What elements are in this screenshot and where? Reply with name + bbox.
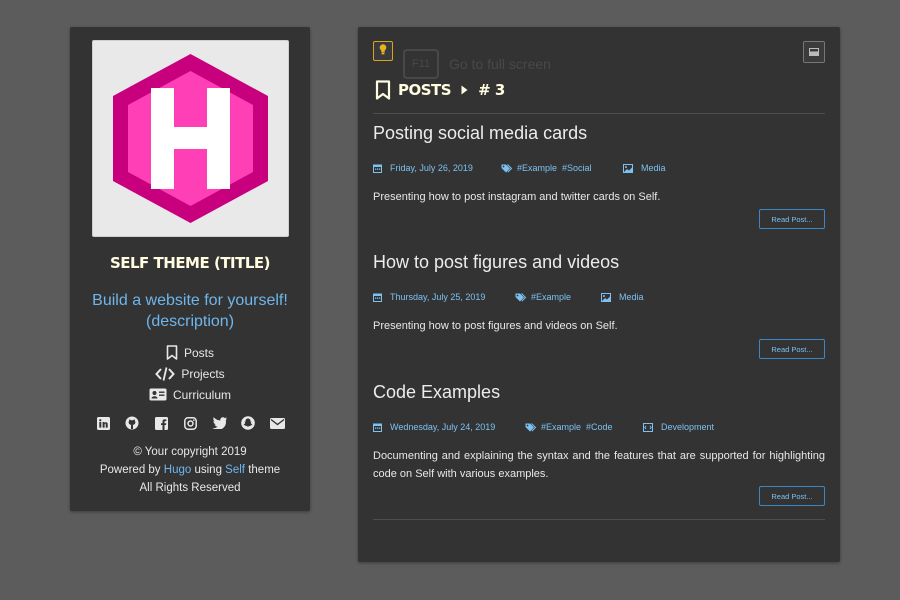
copyright-text: © Your copyright 2019: [133, 446, 247, 458]
tag-link[interactable]: #Example: [541, 422, 581, 432]
main-panel: F11 Go to full screen POSTS # 3 Posting …: [358, 27, 840, 562]
bookmark-icon: [166, 345, 178, 360]
caret-right-icon: [461, 85, 468, 95]
tag-link[interactable]: #Social: [562, 163, 592, 173]
post-category[interactable]: Media: [601, 292, 644, 302]
dark-mode-toggle[interactable]: [373, 41, 393, 61]
theme-text: theme: [248, 464, 281, 476]
divider: [373, 519, 825, 520]
snapchat-icon[interactable]: [240, 415, 256, 431]
self-link[interactable]: Self: [225, 464, 245, 476]
twitter-icon[interactable]: [211, 415, 227, 431]
lightbulb-icon: [379, 42, 387, 60]
sidebar-item-label: Curriculum: [172, 387, 231, 402]
post-item: Posting social media cards Friday, July …: [373, 123, 825, 229]
post-meta: Wednesday, July 24, 2019 #Example #Code …: [373, 421, 825, 433]
category-link[interactable]: Media: [641, 163, 666, 173]
image-icon: [601, 292, 611, 302]
sidebar-item-projects[interactable]: Projects: [70, 363, 310, 384]
divider: [373, 113, 825, 114]
using-text: using: [194, 464, 222, 476]
tags-icon: [501, 163, 513, 173]
category-link[interactable]: Development: [661, 422, 714, 432]
post-date-text: Thursday, July 25, 2019: [390, 292, 486, 302]
post-date: Wednesday, July 24, 2019: [373, 422, 525, 432]
post-title[interactable]: How to post figures and videos: [373, 252, 825, 273]
read-post-button[interactable]: Read Post...: [759, 486, 825, 506]
post-meta: Thursday, July 25, 2019 #Example Media: [373, 291, 825, 303]
code-icon: [155, 366, 176, 381]
post-title[interactable]: Posting social media cards: [373, 123, 825, 144]
post-excerpt: Presenting how to post instagram and twi…: [373, 191, 661, 203]
category-link[interactable]: Media: [619, 292, 644, 302]
post-date-text: Friday, July 26, 2019: [390, 163, 473, 173]
breadcrumb-page: # 3: [478, 81, 505, 99]
sidebar-footer: © Your copyright 2019 Powered by Hugo us…: [70, 443, 310, 497]
post-meta: Friday, July 26, 2019 #Example #Social M…: [373, 162, 825, 174]
tag-link[interactable]: #Example: [517, 163, 557, 173]
tag-link[interactable]: #Example: [531, 292, 571, 302]
fullscreen-hint-text: Go to full screen: [449, 56, 551, 72]
post-category[interactable]: Development: [643, 422, 714, 432]
read-post-button[interactable]: Read Post...: [759, 209, 825, 229]
post-excerpt: Presenting how to post figures and video…: [373, 320, 618, 332]
envelope-icon[interactable]: [269, 415, 285, 431]
rights-text: All Rights Reserved: [139, 482, 241, 494]
post-title[interactable]: Code Examples: [373, 382, 825, 403]
tags-icon: [525, 422, 537, 432]
id-card-icon: [149, 388, 167, 401]
powered-by-prefix: Powered by: [99, 464, 161, 476]
site-logo[interactable]: [92, 40, 289, 237]
post-item: How to post figures and videos Thursday,…: [373, 252, 825, 359]
facebook-icon[interactable]: [153, 415, 169, 431]
breadcrumb: POSTS # 3: [375, 79, 505, 101]
post-date: Thursday, July 25, 2019: [373, 292, 515, 302]
linkedin-icon[interactable]: [95, 415, 111, 431]
calendar-icon: [373, 164, 382, 173]
fullscreen-hint: F11 Go to full screen: [403, 47, 551, 81]
calendar-icon: [373, 423, 382, 432]
sidebar: SELF THEME (TITLE) Build a website for y…: [70, 27, 310, 511]
sidebar-item-label: Projects: [181, 366, 225, 381]
post-tags: #Example: [515, 292, 601, 302]
read-post-button[interactable]: Read Post...: [759, 339, 825, 359]
calendar-icon: [373, 293, 382, 302]
hugo-logo-icon: [113, 54, 268, 223]
code-file-icon: [643, 422, 653, 432]
breadcrumb-section[interactable]: POSTS: [398, 81, 452, 99]
sidebar-nav: Posts Projects Curriculum: [70, 342, 310, 405]
sidebar-item-curriculum[interactable]: Curriculum: [70, 384, 310, 405]
bookmark-icon: [375, 80, 391, 100]
post-date-text: Wednesday, July 24, 2019: [390, 422, 496, 432]
github-icon[interactable]: [124, 415, 140, 431]
post-item: Code Examples Wednesday, July 24, 2019 #…: [373, 382, 825, 506]
sidebar-item-label: Posts: [183, 345, 214, 360]
post-tags: #Example #Social: [501, 163, 623, 173]
tag-link[interactable]: #Code: [586, 422, 613, 432]
post-category[interactable]: Media: [623, 163, 666, 173]
powered-by-line: Powered by Hugo using Self theme: [70, 461, 310, 479]
post-excerpt: Documenting and explaining the syntax an…: [373, 450, 825, 480]
fullscreen-button[interactable]: [803, 41, 825, 63]
f11-key-icon: F11: [403, 49, 439, 79]
social-links: [70, 415, 310, 431]
sidebar-item-posts[interactable]: Posts: [70, 342, 310, 363]
post-tags: #Example #Code: [525, 422, 643, 432]
post-date: Friday, July 26, 2019: [373, 163, 501, 173]
instagram-icon[interactable]: [182, 415, 198, 431]
site-description: Build a website for yourself! (descripti…: [92, 292, 288, 330]
tags-icon: [515, 292, 527, 302]
window-icon: [809, 43, 819, 61]
site-title[interactable]: SELF THEME (TITLE): [70, 254, 310, 272]
hugo-link[interactable]: Hugo: [164, 464, 192, 476]
image-icon: [623, 163, 633, 173]
